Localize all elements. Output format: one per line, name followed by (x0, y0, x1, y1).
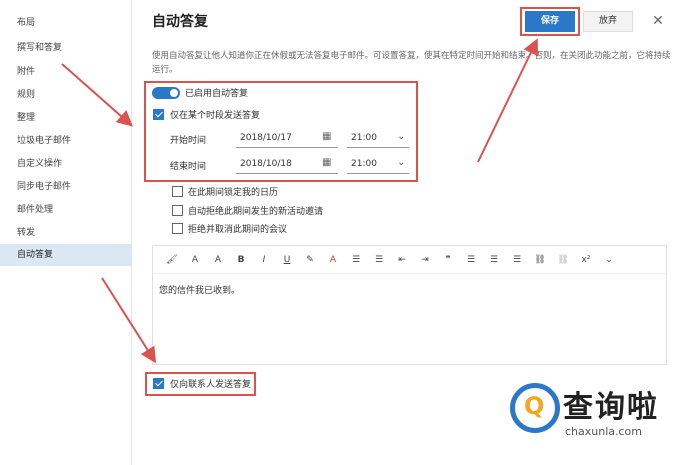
watermark-brand-name: 查询啦 (563, 390, 659, 425)
annotation-arrow-settings (61, 63, 133, 127)
annotation-arrow-save (477, 38, 538, 163)
annotation-arrow-contacts (101, 277, 157, 364)
watermark-domain: chaxunla.com (565, 425, 642, 438)
watermark-logo-mark: Q (524, 392, 545, 420)
